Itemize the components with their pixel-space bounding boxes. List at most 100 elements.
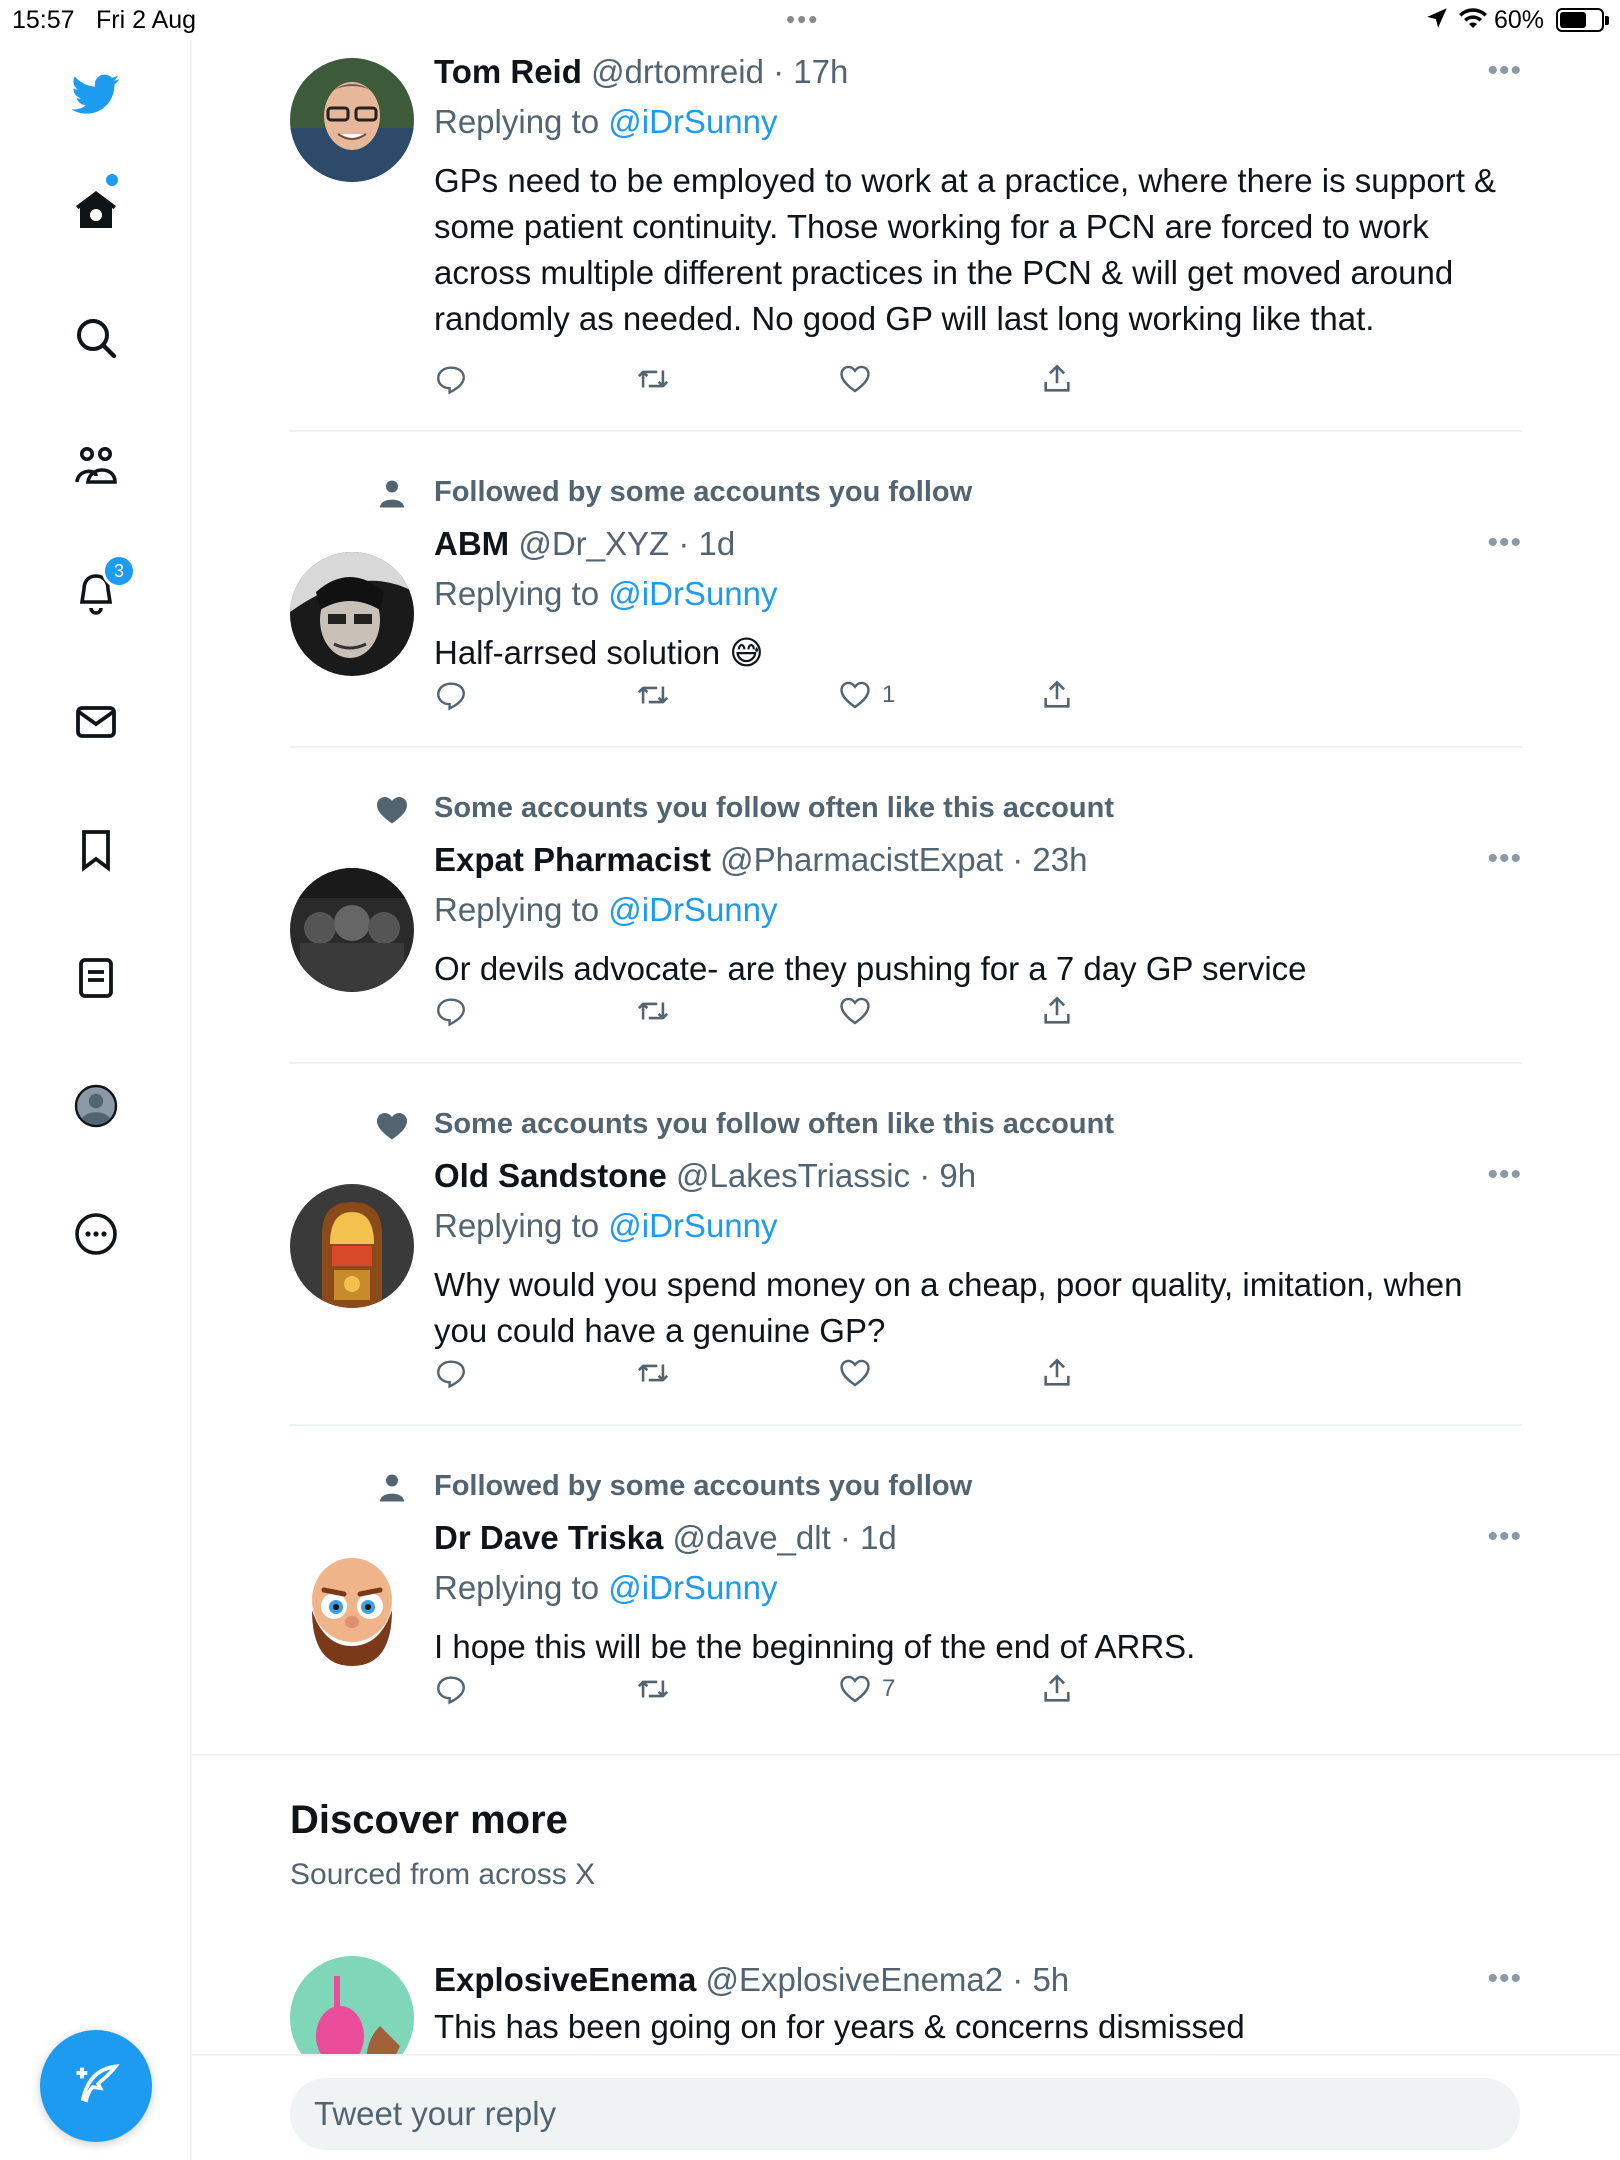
more-options-icon[interactable]: ••• [1487, 526, 1522, 560]
replying-label: Replying to [434, 891, 600, 928]
like-button[interactable] [838, 991, 882, 1031]
heart-icon [840, 1675, 870, 1703]
messages-icon[interactable] [68, 694, 124, 750]
tweet-header: Tom Reid @drtomreid · 17h [434, 53, 848, 91]
tweet-text: This has been going on for years & conce… [434, 2008, 1245, 2045]
tweet-time[interactable]: · 1d [678, 525, 735, 562]
share-button[interactable] [1040, 675, 1074, 715]
share-icon [1044, 1358, 1070, 1386]
location-icon [1427, 8, 1447, 28]
home-unread-dot [106, 174, 118, 186]
tweet[interactable]: Some accounts you follow often like this… [290, 1064, 1522, 1426]
tweet[interactable]: Followed by some accounts you follow ABM… [290, 432, 1522, 748]
like-button[interactable] [838, 359, 882, 399]
avatar[interactable] [290, 1546, 414, 1670]
tweet[interactable]: Followed by some accounts you follow Dr … [290, 1426, 1522, 1742]
multitasking-dots-icon[interactable]: ••• [786, 4, 819, 35]
avatar[interactable] [290, 552, 414, 676]
replying-to-handle[interactable]: @iDrSunny [608, 1207, 777, 1244]
reply-button[interactable] [434, 1353, 468, 1393]
replying-to-handle[interactable]: @iDrSunny [608, 891, 777, 928]
twitter-logo-icon[interactable] [68, 66, 124, 122]
reply-icon [437, 998, 465, 1027]
share-button[interactable] [1040, 991, 1074, 1031]
bookmarks-icon[interactable] [68, 822, 124, 878]
social-context: Followed by some accounts you follow [434, 1470, 973, 1502]
replying-to-handle[interactable]: @iDrSunny [608, 103, 777, 140]
tweet-header: Old Sandstone @LakesTriassic · 9h [434, 1157, 976, 1195]
author-handle[interactable]: @LakesTriassic [676, 1157, 910, 1194]
share-button[interactable] [1040, 359, 1074, 399]
retweet-button[interactable] [636, 1353, 670, 1393]
avatar[interactable] [290, 868, 414, 992]
person-icon [380, 480, 404, 508]
tweet-time[interactable]: · 9h [919, 1157, 976, 1194]
avatar[interactable] [290, 58, 414, 182]
reply-button[interactable] [434, 675, 468, 715]
retweet-button[interactable] [636, 359, 670, 399]
retweet-button[interactable] [636, 991, 670, 1031]
author-handle[interactable]: @Dr_XYZ [518, 525, 669, 562]
author-name[interactable]: Tom Reid [434, 53, 582, 90]
more-options-icon[interactable]: ••• [1487, 1962, 1522, 1996]
author-name[interactable]: Old Sandstone [434, 1157, 667, 1194]
author-handle[interactable]: @drtomreid [591, 53, 764, 90]
tweet-time[interactable]: · 5h [1012, 1961, 1069, 1998]
profile-icon[interactable] [68, 1078, 124, 1134]
reply-button[interactable] [434, 1669, 468, 1709]
replying-to-handle[interactable]: @iDrSunny [608, 575, 777, 612]
replying-to: Replying to @iDrSunny [434, 1207, 778, 1245]
reply-button[interactable] [434, 991, 468, 1031]
avatar[interactable] [290, 1184, 414, 1308]
more-options-icon[interactable]: ••• [1487, 54, 1522, 88]
more-options-icon[interactable]: ••• [1487, 842, 1522, 876]
discover-title: Discover more [290, 1798, 568, 1842]
author-handle[interactable]: @PharmacistExpat [720, 841, 1003, 878]
author-name[interactable]: Dr Dave Triska [434, 1519, 663, 1556]
heart-icon [377, 796, 407, 824]
retweet-button[interactable] [636, 1669, 670, 1709]
more-options-icon[interactable]: ••• [1487, 1520, 1522, 1554]
tweet[interactable]: Tom Reid @drtomreid · 17h ••• Replying t… [290, 40, 1522, 432]
tweet-time[interactable]: · 1d [840, 1519, 897, 1556]
tweet-text: Half-arrsed solution 😅 [434, 634, 764, 671]
author-handle[interactable]: @ExplosiveEnema2 [705, 1961, 1003, 1998]
tweet-header: ABM @Dr_XYZ · 1d [434, 525, 735, 563]
home-icon[interactable] [68, 182, 124, 238]
compose-icon [76, 2064, 120, 2103]
author-handle[interactable]: @dave_dlt [672, 1519, 830, 1556]
avatar[interactable] [290, 1956, 414, 2068]
reply-bar [192, 2054, 1620, 2160]
author-name[interactable]: ExplosiveEnema [434, 1961, 696, 1998]
reply-icon [437, 682, 465, 711]
compose-button[interactable] [40, 2030, 152, 2142]
communities-icon[interactable] [68, 438, 124, 494]
retweet-button[interactable] [636, 675, 670, 715]
like-count: 1 [882, 681, 896, 708]
tweet[interactable]: Some accounts you follow often like this… [290, 748, 1522, 1064]
tweet-time[interactable]: · 17h [773, 53, 848, 90]
tweet[interactable]: ExplosiveEnema @ExplosiveEnema2 · 5h •••… [290, 1948, 1522, 2068]
tweet-time[interactable]: · 23h [1012, 841, 1087, 878]
author-name[interactable]: ABM [434, 525, 509, 562]
retweet-icon [637, 1364, 669, 1382]
author-name[interactable]: Expat Pharmacist [434, 841, 711, 878]
tweet-actions [434, 991, 1134, 1031]
like-button[interactable]: 7 [838, 1669, 895, 1709]
lists-icon[interactable] [68, 950, 124, 1006]
more-options-icon[interactable]: ••• [1487, 1158, 1522, 1192]
tweet-header: Dr Dave Triska @dave_dlt · 1d [434, 1519, 897, 1557]
share-icon [1044, 996, 1070, 1024]
more-icon[interactable] [68, 1206, 124, 1262]
share-button[interactable] [1040, 1669, 1074, 1709]
like-button[interactable]: 1 [838, 675, 895, 715]
share-button[interactable] [1040, 1353, 1074, 1393]
replying-to: Replying to @iDrSunny [434, 891, 778, 929]
reply-input[interactable] [290, 2078, 1520, 2150]
replying-to-handle[interactable]: @iDrSunny [608, 1569, 777, 1606]
reply-button[interactable] [434, 359, 468, 399]
replying-label: Replying to [434, 575, 600, 612]
like-button[interactable] [838, 1353, 882, 1393]
search-icon[interactable] [68, 310, 124, 366]
tweet-text: Why would you spend money on a cheap, po… [434, 1266, 1463, 1349]
